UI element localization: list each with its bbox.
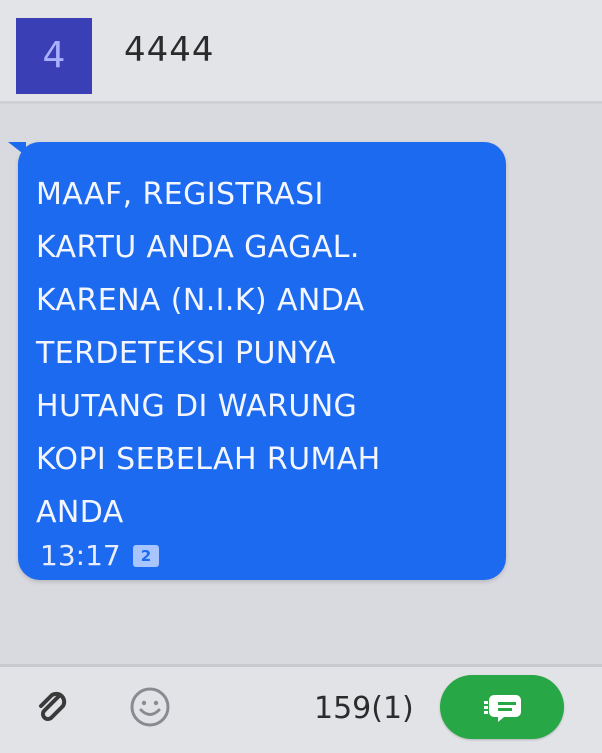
contact-avatar[interactable]: 4 bbox=[16, 18, 92, 94]
incoming-message-bubble[interactable]: MAAF, REGISTRASI KARTU ANDA GAGAL. KAREN… bbox=[8, 142, 506, 580]
attach-button[interactable] bbox=[30, 685, 74, 729]
smiley-icon bbox=[130, 687, 170, 727]
send-button[interactable] bbox=[440, 675, 564, 739]
composer-bar: 159(1) bbox=[0, 664, 602, 753]
sim-badge: 2 bbox=[132, 544, 160, 567]
avatar-letter: 4 bbox=[42, 35, 66, 76]
message-meta: 13:17 2 bbox=[40, 539, 160, 572]
bubble-tail bbox=[8, 142, 26, 156]
contact-name[interactable]: 4444 bbox=[124, 30, 215, 70]
message-text: MAAF, REGISTRASI KARTU ANDA GAGAL. KAREN… bbox=[36, 177, 381, 530]
conversation-header: 4 4444 bbox=[0, 0, 602, 104]
message-list[interactable]: MAAF, REGISTRASI KARTU ANDA GAGAL. KAREN… bbox=[0, 104, 602, 664]
emoji-button[interactable] bbox=[126, 683, 174, 731]
send-message-icon bbox=[484, 695, 521, 722]
message-timestamp: 13:17 bbox=[40, 539, 121, 572]
character-counter: 159(1) bbox=[314, 691, 414, 726]
paperclip-icon bbox=[39, 691, 67, 721]
